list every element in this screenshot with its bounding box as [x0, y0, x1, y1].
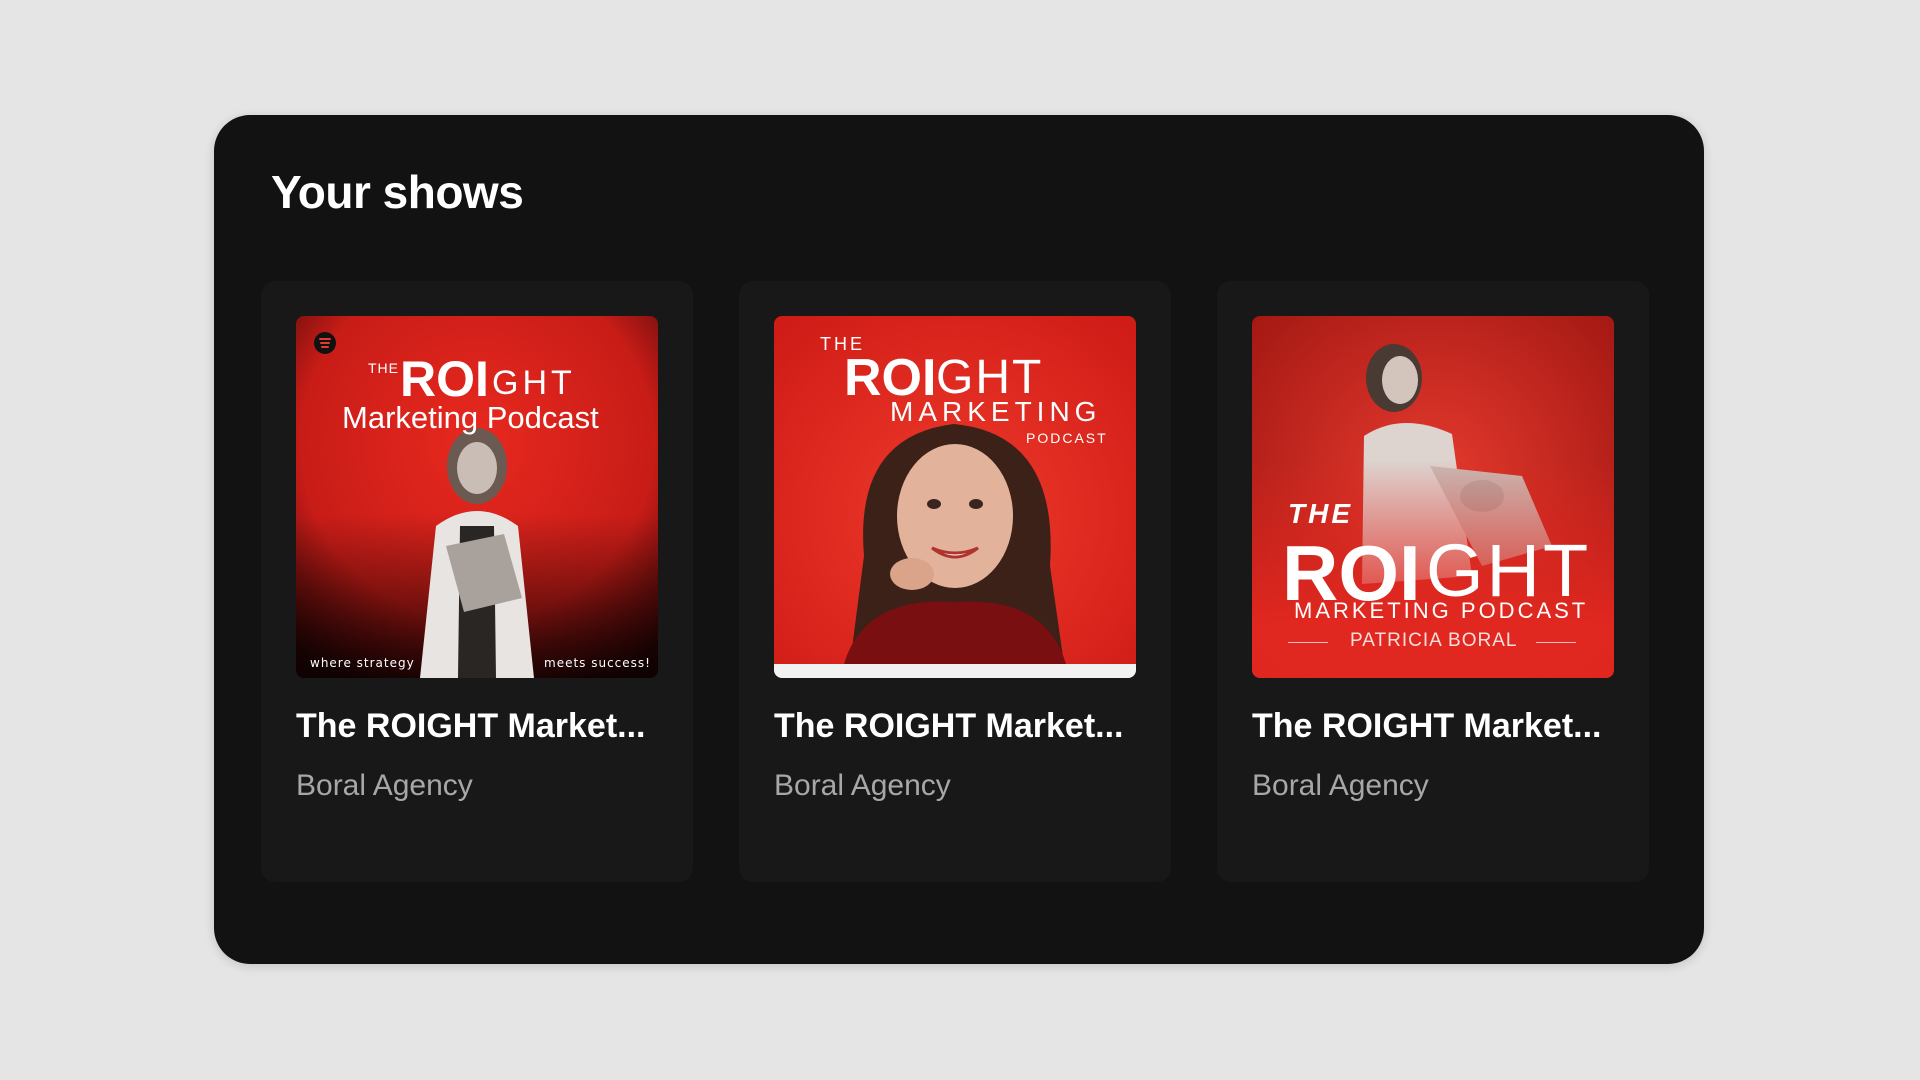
- cover-podcast-text: PODCAST: [1026, 430, 1108, 446]
- cover-marketing-text: MARKETING: [890, 396, 1102, 427]
- show-title[interactable]: The ROIGHT Market...: [296, 707, 646, 746]
- cover-divider-left: [1288, 642, 1328, 643]
- cover-author: PATRICIA BORAL: [1350, 630, 1518, 651]
- show-card[interactable]: THE ROI GHT Marketing Podcast where stra…: [261, 281, 693, 882]
- cover-tagline-left: where strategy: [310, 656, 415, 670]
- section-title: Your shows: [271, 166, 524, 218]
- cover-subtitle: Marketing Podcast: [342, 400, 599, 435]
- cover-subtitle: MARKETING PODCAST: [1294, 598, 1589, 623]
- cover-divider-right: [1536, 642, 1576, 643]
- cover-the-text: THE: [1288, 498, 1353, 529]
- spotify-logo-icon: [314, 332, 336, 354]
- show-publisher[interactable]: Boral Agency: [774, 769, 951, 803]
- cover-tagline-right: meets success!: [544, 656, 651, 670]
- show-title[interactable]: The ROIGHT Market...: [1252, 707, 1602, 746]
- show-card[interactable]: THE ROI GHT MARKETING PODCAST The ROIGHT…: [739, 281, 1171, 882]
- show-cover-image[interactable]: THE ROI GHT Marketing Podcast where stra…: [296, 316, 658, 678]
- show-publisher[interactable]: Boral Agency: [1252, 769, 1429, 803]
- show-cover-image[interactable]: THE ROI GHT MARKETING PODCAST PATRICIA B…: [1252, 316, 1614, 678]
- show-publisher[interactable]: Boral Agency: [296, 769, 473, 803]
- show-title[interactable]: The ROIGHT Market...: [774, 707, 1124, 746]
- show-cover-image[interactable]: THE ROI GHT MARKETING PODCAST: [774, 316, 1136, 678]
- cover-the-text: THE: [368, 360, 399, 376]
- your-shows-panel: Your shows THE ROI GHT Marketing Podcast…: [214, 115, 1704, 964]
- cover-ght-text: GHT: [492, 364, 576, 402]
- show-card[interactable]: THE ROI GHT MARKETING PODCAST PATRICIA B…: [1217, 281, 1649, 882]
